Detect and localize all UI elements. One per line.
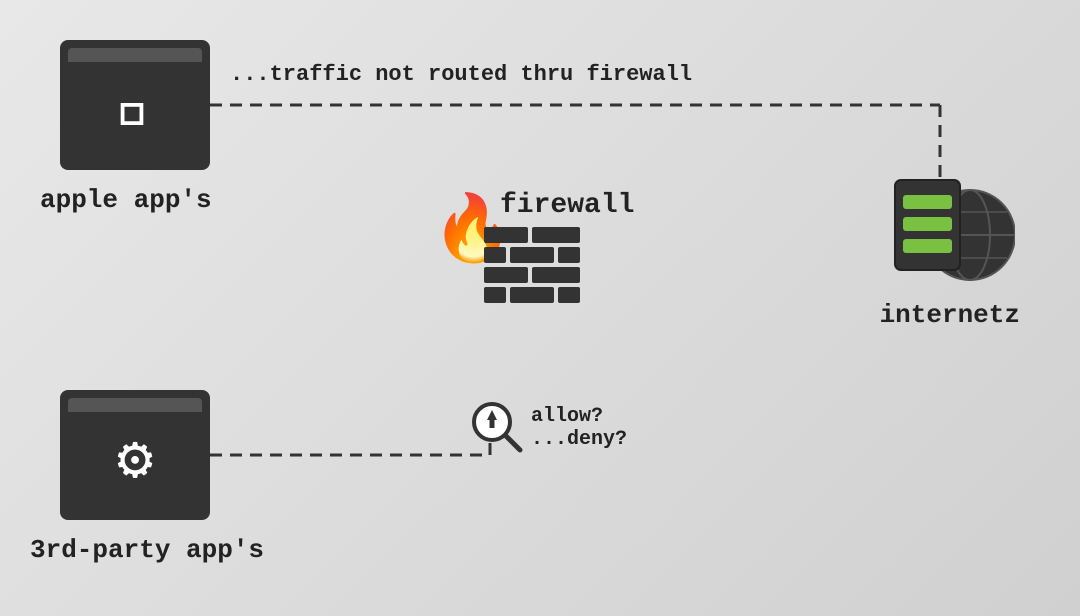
brick-wall-icon <box>482 225 582 315</box>
internet-container: internetz <box>880 160 1020 330</box>
magnifier-container: allow? ...deny? <box>470 400 627 455</box>
apple-icon:  <box>117 76 153 144</box>
third-party-app-box: ⚙ <box>60 390 210 520</box>
magnifier-icon <box>470 400 525 455</box>
firewall-label: firewall <box>500 190 634 221</box>
traffic-label: ...traffic not routed thru firewall <box>230 62 692 87</box>
apple-app-box:  <box>60 40 210 170</box>
firewall-container: firewall <box>430 190 634 315</box>
third-party-app-label: 3rd-party app's <box>30 535 264 565</box>
diagram-container: ...traffic not routed thru firewall  ap… <box>0 0 1080 616</box>
allow-deny-text: allow? ...deny? <box>531 405 627 451</box>
internet-icon <box>885 160 1015 290</box>
internet-label: internetz <box>880 300 1020 330</box>
gear-icon: ⚙ <box>117 423 153 497</box>
internet-icon-svg <box>885 160 1015 290</box>
apple-app-label: apple app's <box>40 185 212 215</box>
